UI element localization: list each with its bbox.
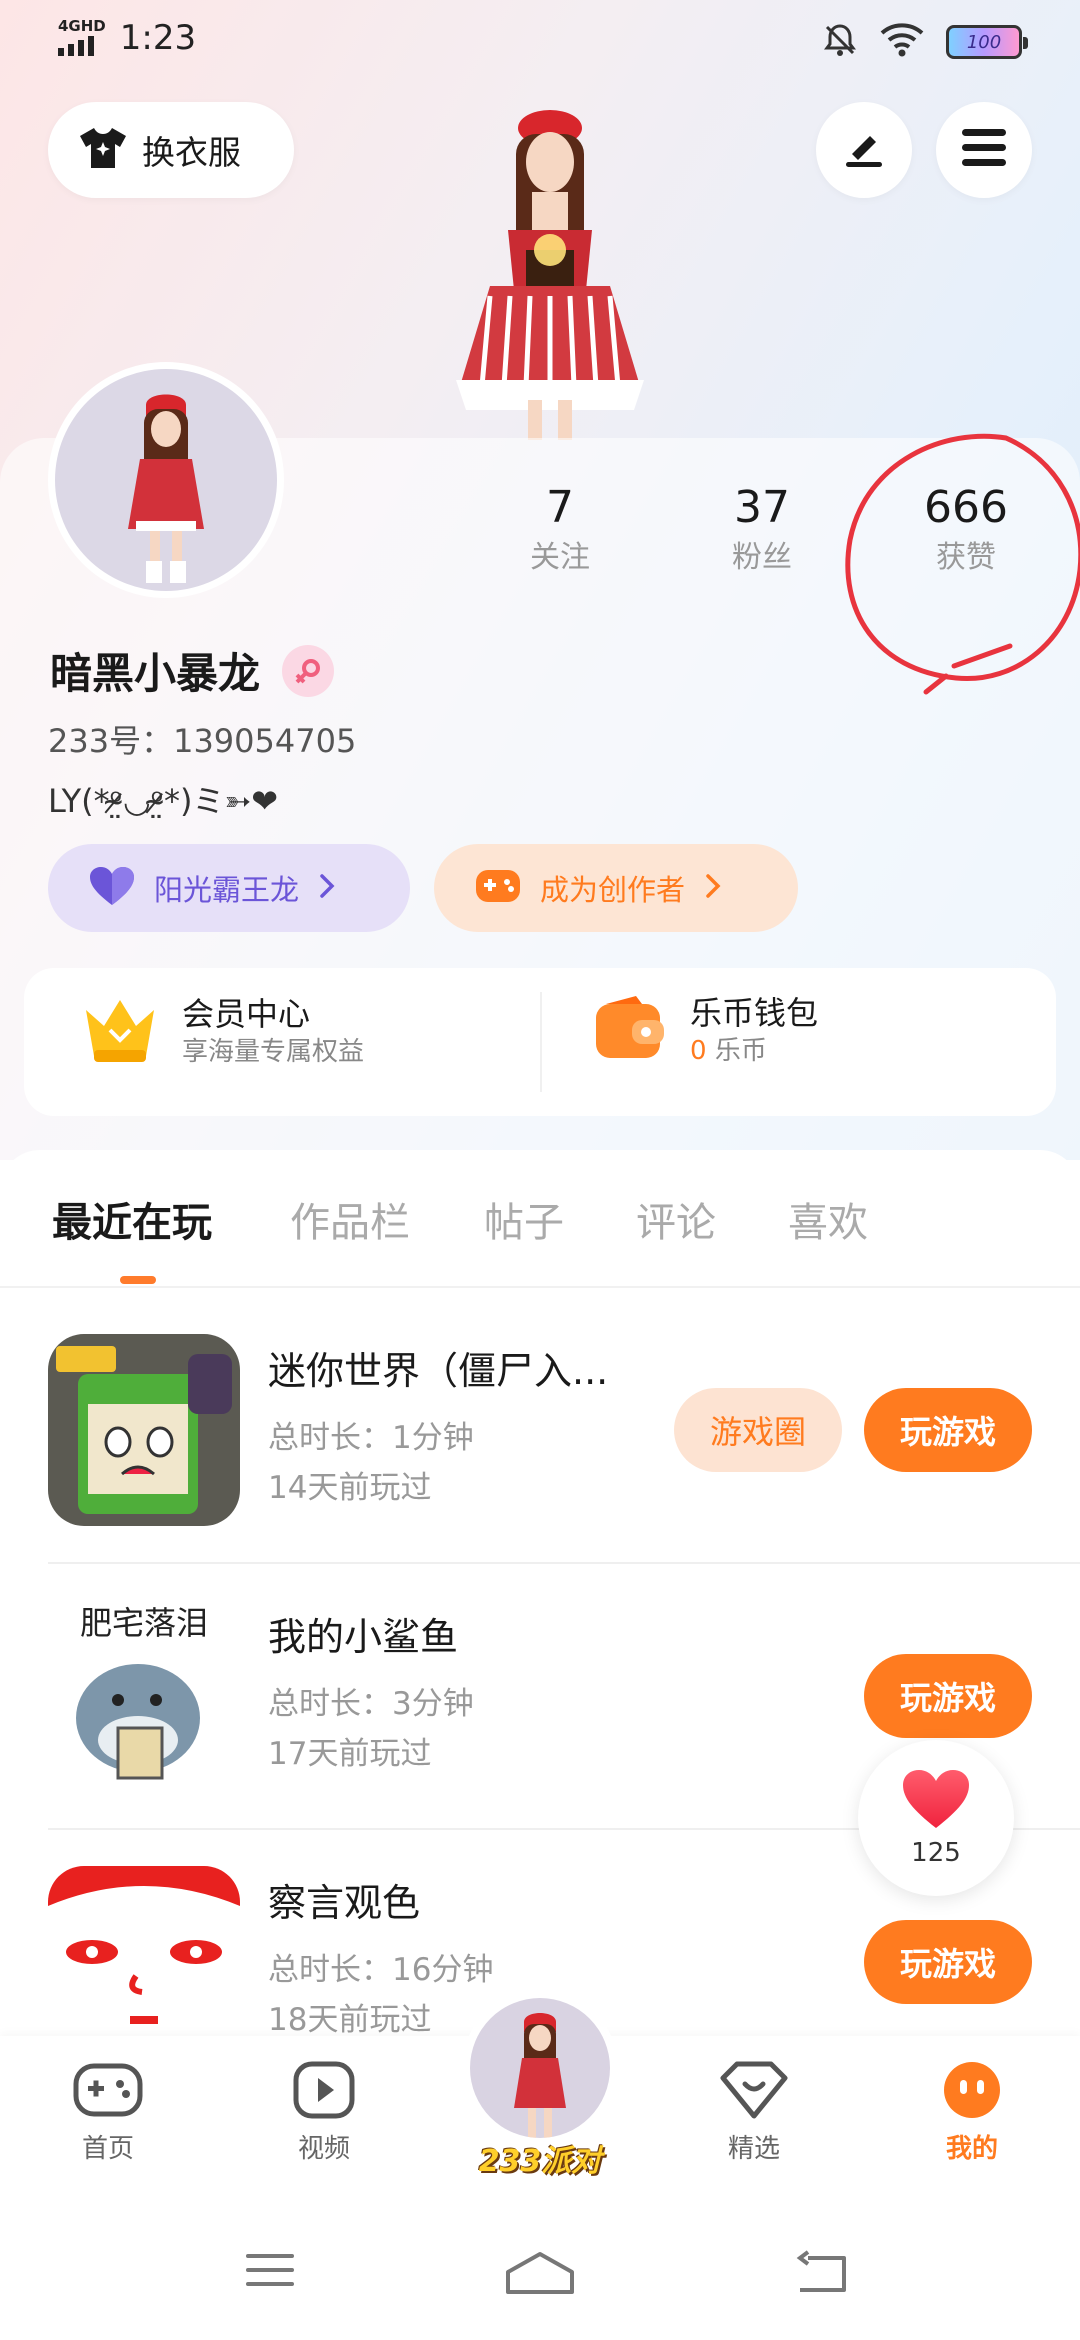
- tab-posts[interactable]: 帖子: [484, 1190, 564, 1248]
- tab-divider: [0, 1286, 1080, 1288]
- game-row[interactable]: 迷你世界（僵尸入... 总时长：1分钟 14天前玩过 游戏圈 玩游戏: [48, 1334, 1032, 1530]
- nav-video-label: 视频: [297, 2134, 350, 2164]
- likes-count: 666: [924, 482, 1008, 533]
- coin-amount: 0: [690, 1036, 707, 1066]
- party-avatar: [470, 1998, 610, 2138]
- level-badge-button[interactable]: 阳光霸王龙: [48, 844, 410, 932]
- nav-me-label: 我的: [945, 2134, 998, 2164]
- nav-featured[interactable]: 精选: [684, 2060, 824, 2165]
- row-divider: [48, 1562, 1080, 1564]
- edit-profile-button[interactable]: [816, 102, 912, 198]
- likes-label: 获赞: [936, 540, 996, 575]
- gamepad-icon: [72, 2063, 144, 2124]
- game-duration: 总时长：1分钟: [268, 1420, 474, 1456]
- tab-works[interactable]: 作品栏: [290, 1190, 410, 1248]
- become-creator-label: 成为创作者: [540, 873, 686, 907]
- game-last-played: 14天前玩过: [268, 1470, 432, 1506]
- menu-button[interactable]: [936, 102, 1032, 198]
- game-icon-observe[interactable]: [48, 1866, 240, 2058]
- nav-home-label: 首页: [81, 2134, 134, 2164]
- gamepad-icon: [474, 866, 522, 910]
- chevron-right-icon: [703, 872, 723, 904]
- crown-icon: [80, 992, 160, 1070]
- video-play-icon: [292, 2061, 356, 2124]
- system-home-icon[interactable]: [504, 2250, 576, 2300]
- avatar-character-figure[interactable]: [430, 100, 670, 440]
- stat-following[interactable]: 7 关注: [490, 480, 630, 578]
- like-bubble[interactable]: 125: [858, 1740, 1014, 1896]
- stat-fans[interactable]: 37 粉丝: [692, 480, 832, 578]
- game-icon-little-shark[interactable]: 肥宅落泪: [48, 1600, 240, 1792]
- nav-party-label: 233派对: [478, 2144, 602, 2179]
- play-game-button[interactable]: 玩游戏: [864, 1388, 1032, 1472]
- divider: [540, 992, 542, 1092]
- chevron-right-icon: [317, 872, 337, 904]
- system-menu-icon[interactable]: [244, 2250, 296, 2294]
- tab-likes[interactable]: 喜欢: [788, 1190, 868, 1248]
- female-gender-icon: [282, 644, 335, 697]
- heart-icon: [901, 1768, 971, 1834]
- cellular-signal-icon: 4GHD: [58, 18, 106, 56]
- fans-count: 37: [734, 482, 790, 533]
- vip-center-title: 会员中心: [182, 995, 311, 1033]
- coin-wallet-entry[interactable]: 乐币钱包 0 乐币: [592, 992, 818, 1068]
- game-duration: 总时长：16分钟: [268, 1952, 494, 1988]
- game-icon-mini-world[interactable]: [48, 1334, 240, 1526]
- profile-avatar[interactable]: [48, 362, 284, 598]
- wifi-icon: [880, 23, 924, 61]
- following-count: 7: [546, 482, 574, 533]
- icon-caption: 肥宅落泪: [80, 1604, 208, 1642]
- clock: 1:23: [119, 18, 197, 58]
- game-last-played: 17天前玩过: [268, 1736, 432, 1772]
- nav-video[interactable]: 视频: [254, 2060, 394, 2165]
- user-id: 233号：139054705: [48, 722, 357, 760]
- system-back-icon[interactable]: [794, 2250, 850, 2298]
- vip-center-entry[interactable]: 会员中心 享海量专属权益: [80, 992, 364, 1070]
- system-navigation-bar: [0, 2216, 1080, 2340]
- game-circle-button[interactable]: 游戏圈: [674, 1388, 842, 1472]
- play-game-button[interactable]: 玩游戏: [864, 1654, 1032, 1738]
- tab-comments[interactable]: 评论: [636, 1190, 716, 1248]
- profile-name: 暗黑小暴龙: [50, 649, 261, 698]
- wallet-icon: [592, 994, 668, 1066]
- heart-icon: [88, 865, 136, 911]
- game-title: 迷你世界（僵尸入...: [268, 1349, 609, 1393]
- profile-tabs: 最近在玩 作品栏 帖子 评论 喜欢: [0, 1190, 1080, 1286]
- tshirt-icon: [78, 126, 128, 174]
- stat-likes[interactable]: 666 获赞: [896, 480, 1036, 578]
- me-face-icon: [940, 2062, 1004, 2124]
- nav-featured-label: 精选: [727, 2134, 780, 2164]
- fans-label: 粉丝: [732, 540, 792, 575]
- mute-bell-icon: [822, 22, 858, 62]
- coin-wallet-title: 乐币钱包: [690, 994, 819, 1032]
- nav-party-button[interactable]: [462, 1990, 618, 2146]
- status-bar: 4GHD 1:23 100: [0, 0, 1080, 80]
- change-outfit-label: 换衣服: [142, 133, 241, 172]
- profile-signature: LY(*ᵒ̴̷̤◡ᵒ̴̷̤*)ミ➳❤: [48, 782, 279, 820]
- become-creator-button[interactable]: 成为创作者: [434, 844, 798, 932]
- pen-icon: [840, 124, 888, 176]
- nav-me[interactable]: 我的: [902, 2060, 1042, 2165]
- game-title: 察言观色: [268, 1881, 421, 1925]
- following-label: 关注: [530, 540, 590, 575]
- active-tab-indicator: [120, 1276, 156, 1284]
- tab-recently-played[interactable]: 最近在玩: [52, 1190, 212, 1248]
- play-game-button[interactable]: 玩游戏: [864, 1920, 1032, 2004]
- nav-home[interactable]: 首页: [38, 2060, 178, 2165]
- coin-unit: 乐币: [714, 1036, 767, 1066]
- battery-icon: 100: [946, 25, 1028, 59]
- vip-wallet-card: 会员中心 享海量专属权益 乐币钱包 0 乐币: [24, 968, 1056, 1116]
- like-count: 125: [911, 1838, 961, 1868]
- change-outfit-button[interactable]: 换衣服: [48, 102, 294, 198]
- hamburger-menu-icon: [960, 127, 1008, 173]
- level-badge-label: 阳光霸王龙: [154, 873, 300, 907]
- vip-center-subtitle: 享海量专属权益: [182, 1037, 365, 1067]
- featured-heart-gem-icon: [719, 2061, 789, 2124]
- game-duration: 总时长：3分钟: [268, 1686, 474, 1722]
- game-last-played: 18天前玩过: [268, 2002, 432, 2038]
- game-title: 我的小鲨鱼: [268, 1615, 459, 1659]
